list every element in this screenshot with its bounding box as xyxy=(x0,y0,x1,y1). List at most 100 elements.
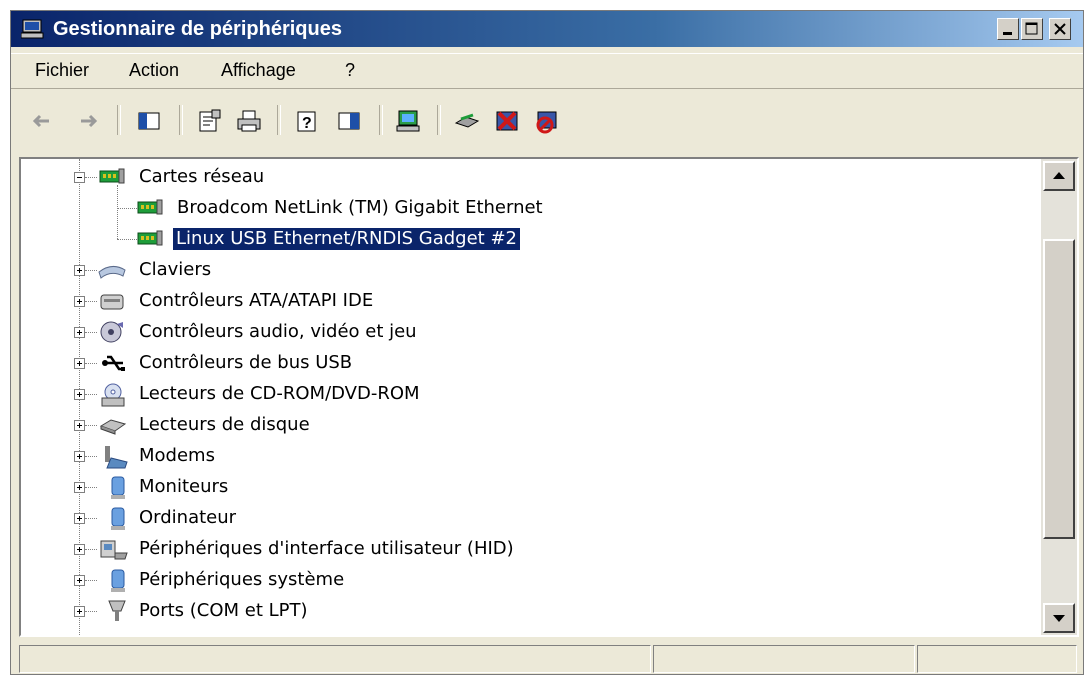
status-panel-main xyxy=(19,645,651,673)
menu-bar: Fichier Action Affichage ? xyxy=(11,53,1083,89)
hid-icon xyxy=(100,540,128,560)
category-label: Ports (COM et LPT) xyxy=(139,600,308,621)
forward-icon[interactable] xyxy=(75,107,103,135)
ide-controller-icon xyxy=(100,294,124,310)
menu-affichage[interactable]: Affichage xyxy=(221,60,296,81)
category-label: Contrôleurs de bus USB xyxy=(139,352,353,373)
category-label: Périphériques d'interface utilisateur (H… xyxy=(139,538,514,559)
device-label: Broadcom NetLink (TM) Gigabit Ethernet xyxy=(177,197,543,218)
uninstall-icon[interactable] xyxy=(493,107,521,135)
status-bar xyxy=(11,641,1083,675)
expand-box[interactable] xyxy=(74,513,85,524)
tree-line xyxy=(85,177,97,178)
expand-box[interactable] xyxy=(74,482,85,493)
expand-box[interactable] xyxy=(74,544,85,555)
disable-icon[interactable] xyxy=(533,107,561,135)
scan-hardware-icon[interactable] xyxy=(395,107,423,135)
selected-device-label: Linux USB Ethernet/RNDIS Gadget #2 xyxy=(173,228,520,250)
network-card-icon xyxy=(99,168,125,184)
status-panel-2 xyxy=(653,645,915,673)
expand-box[interactable] xyxy=(74,451,85,462)
device-tree[interactable]: Cartes réseau Broadcom NetLink (TM) Giga… xyxy=(19,157,1079,637)
category-label: Ordinateur xyxy=(139,507,237,528)
close-button[interactable] xyxy=(1049,18,1071,40)
show-hide-icon[interactable] xyxy=(335,107,363,135)
device-broadcom[interactable]: Broadcom NetLink (TM) Gigabit Ethernet xyxy=(21,194,1021,224)
modem-icon xyxy=(105,446,128,469)
category-controleurs-audio[interactable]: Contrôleurs audio, vidéo et jeu xyxy=(21,318,1021,348)
expand-box[interactable] xyxy=(74,575,85,586)
device-linux-usb-rndis[interactable]: Linux USB Ethernet/RNDIS Gadget #2 xyxy=(21,225,1021,255)
tree-line xyxy=(85,425,97,426)
category-label: Moniteurs xyxy=(139,476,229,497)
properties-icon[interactable] xyxy=(195,107,223,135)
category-controleurs-usb[interactable]: Contrôleurs de bus USB xyxy=(21,349,1021,379)
console-tree-icon[interactable] xyxy=(135,107,163,135)
disk-drive-icon xyxy=(99,419,127,435)
expand-box[interactable] xyxy=(74,420,85,431)
plus-icon xyxy=(77,330,82,335)
category-cartes-reseau[interactable]: Cartes réseau xyxy=(21,163,1021,193)
category-lecteurs-disque[interactable]: Lecteurs de disque xyxy=(21,411,1021,441)
minimize-button[interactable] xyxy=(997,18,1019,40)
menu-fichier[interactable]: Fichier xyxy=(35,60,89,81)
menu-action[interactable]: Action xyxy=(129,60,179,81)
network-card-icon xyxy=(137,230,163,246)
svg-text:?: ? xyxy=(302,115,312,132)
tree-line xyxy=(85,394,97,395)
toolbar-separator xyxy=(117,105,121,135)
expand-box[interactable] xyxy=(74,265,85,276)
expand-box[interactable] xyxy=(74,358,85,369)
menu-help[interactable]: ? xyxy=(345,60,355,81)
category-label: Lecteurs de disque xyxy=(139,414,310,435)
category-hid[interactable]: Périphériques d'interface utilisateur (H… xyxy=(21,535,1021,565)
print-icon[interactable] xyxy=(235,107,263,135)
tree-line xyxy=(85,487,97,488)
category-peripheriques-systeme[interactable]: Périphériques système xyxy=(21,566,1021,596)
category-lecteurs-cdrom[interactable]: Lecteurs de CD-ROM/DVD-ROM xyxy=(21,380,1021,410)
scroll-down-button[interactable] xyxy=(1043,603,1075,633)
plus-icon xyxy=(77,547,82,552)
category-modems[interactable]: Modems xyxy=(21,442,1021,472)
category-controleurs-ata[interactable]: Contrôleurs ATA/ATAPI IDE xyxy=(21,287,1021,317)
minimize-icon xyxy=(1003,32,1012,35)
help-icon[interactable]: ? xyxy=(293,107,321,135)
close-icon xyxy=(1054,23,1066,35)
category-ports[interactable]: Ports (COM et LPT) xyxy=(21,597,1021,627)
maximize-button[interactable] xyxy=(1021,18,1043,40)
tree-line xyxy=(85,611,97,612)
scroll-thumb[interactable] xyxy=(1043,239,1075,539)
expand-box[interactable] xyxy=(74,296,85,307)
plus-icon xyxy=(77,485,82,490)
category-label: Périphériques système xyxy=(139,569,345,590)
computer-icon xyxy=(21,19,44,39)
plus-icon xyxy=(77,392,82,397)
update-driver-icon[interactable] xyxy=(453,107,481,135)
network-card-icon xyxy=(137,199,163,215)
vertical-scrollbar[interactable] xyxy=(1041,159,1077,635)
tree-line xyxy=(117,239,137,240)
cdrom-icon xyxy=(101,383,125,407)
back-icon[interactable] xyxy=(27,107,55,135)
scroll-up-button[interactable] xyxy=(1043,161,1075,191)
expand-box[interactable] xyxy=(74,606,85,617)
expand-box[interactable] xyxy=(74,389,85,400)
plus-icon xyxy=(77,299,82,304)
category-label: Cartes réseau xyxy=(139,166,265,187)
collapse-box[interactable] xyxy=(74,172,85,183)
plus-icon xyxy=(77,361,82,366)
system-devices-icon xyxy=(111,569,125,592)
expand-box[interactable] xyxy=(74,327,85,338)
category-claviers[interactable]: Claviers xyxy=(21,256,1021,286)
tree-line xyxy=(85,456,97,457)
title-bar[interactable]: Gestionnaire de périphériques xyxy=(11,11,1083,47)
tree-line xyxy=(85,580,97,581)
tree-line xyxy=(85,270,97,271)
audio-icon xyxy=(100,321,123,343)
category-moniteurs[interactable]: Moniteurs xyxy=(21,473,1021,503)
category-ordinateur[interactable]: Ordinateur xyxy=(21,504,1021,534)
maximize-icon xyxy=(1025,22,1038,35)
plus-icon xyxy=(77,578,82,583)
tree-line xyxy=(85,332,97,333)
category-label: Claviers xyxy=(139,259,212,280)
